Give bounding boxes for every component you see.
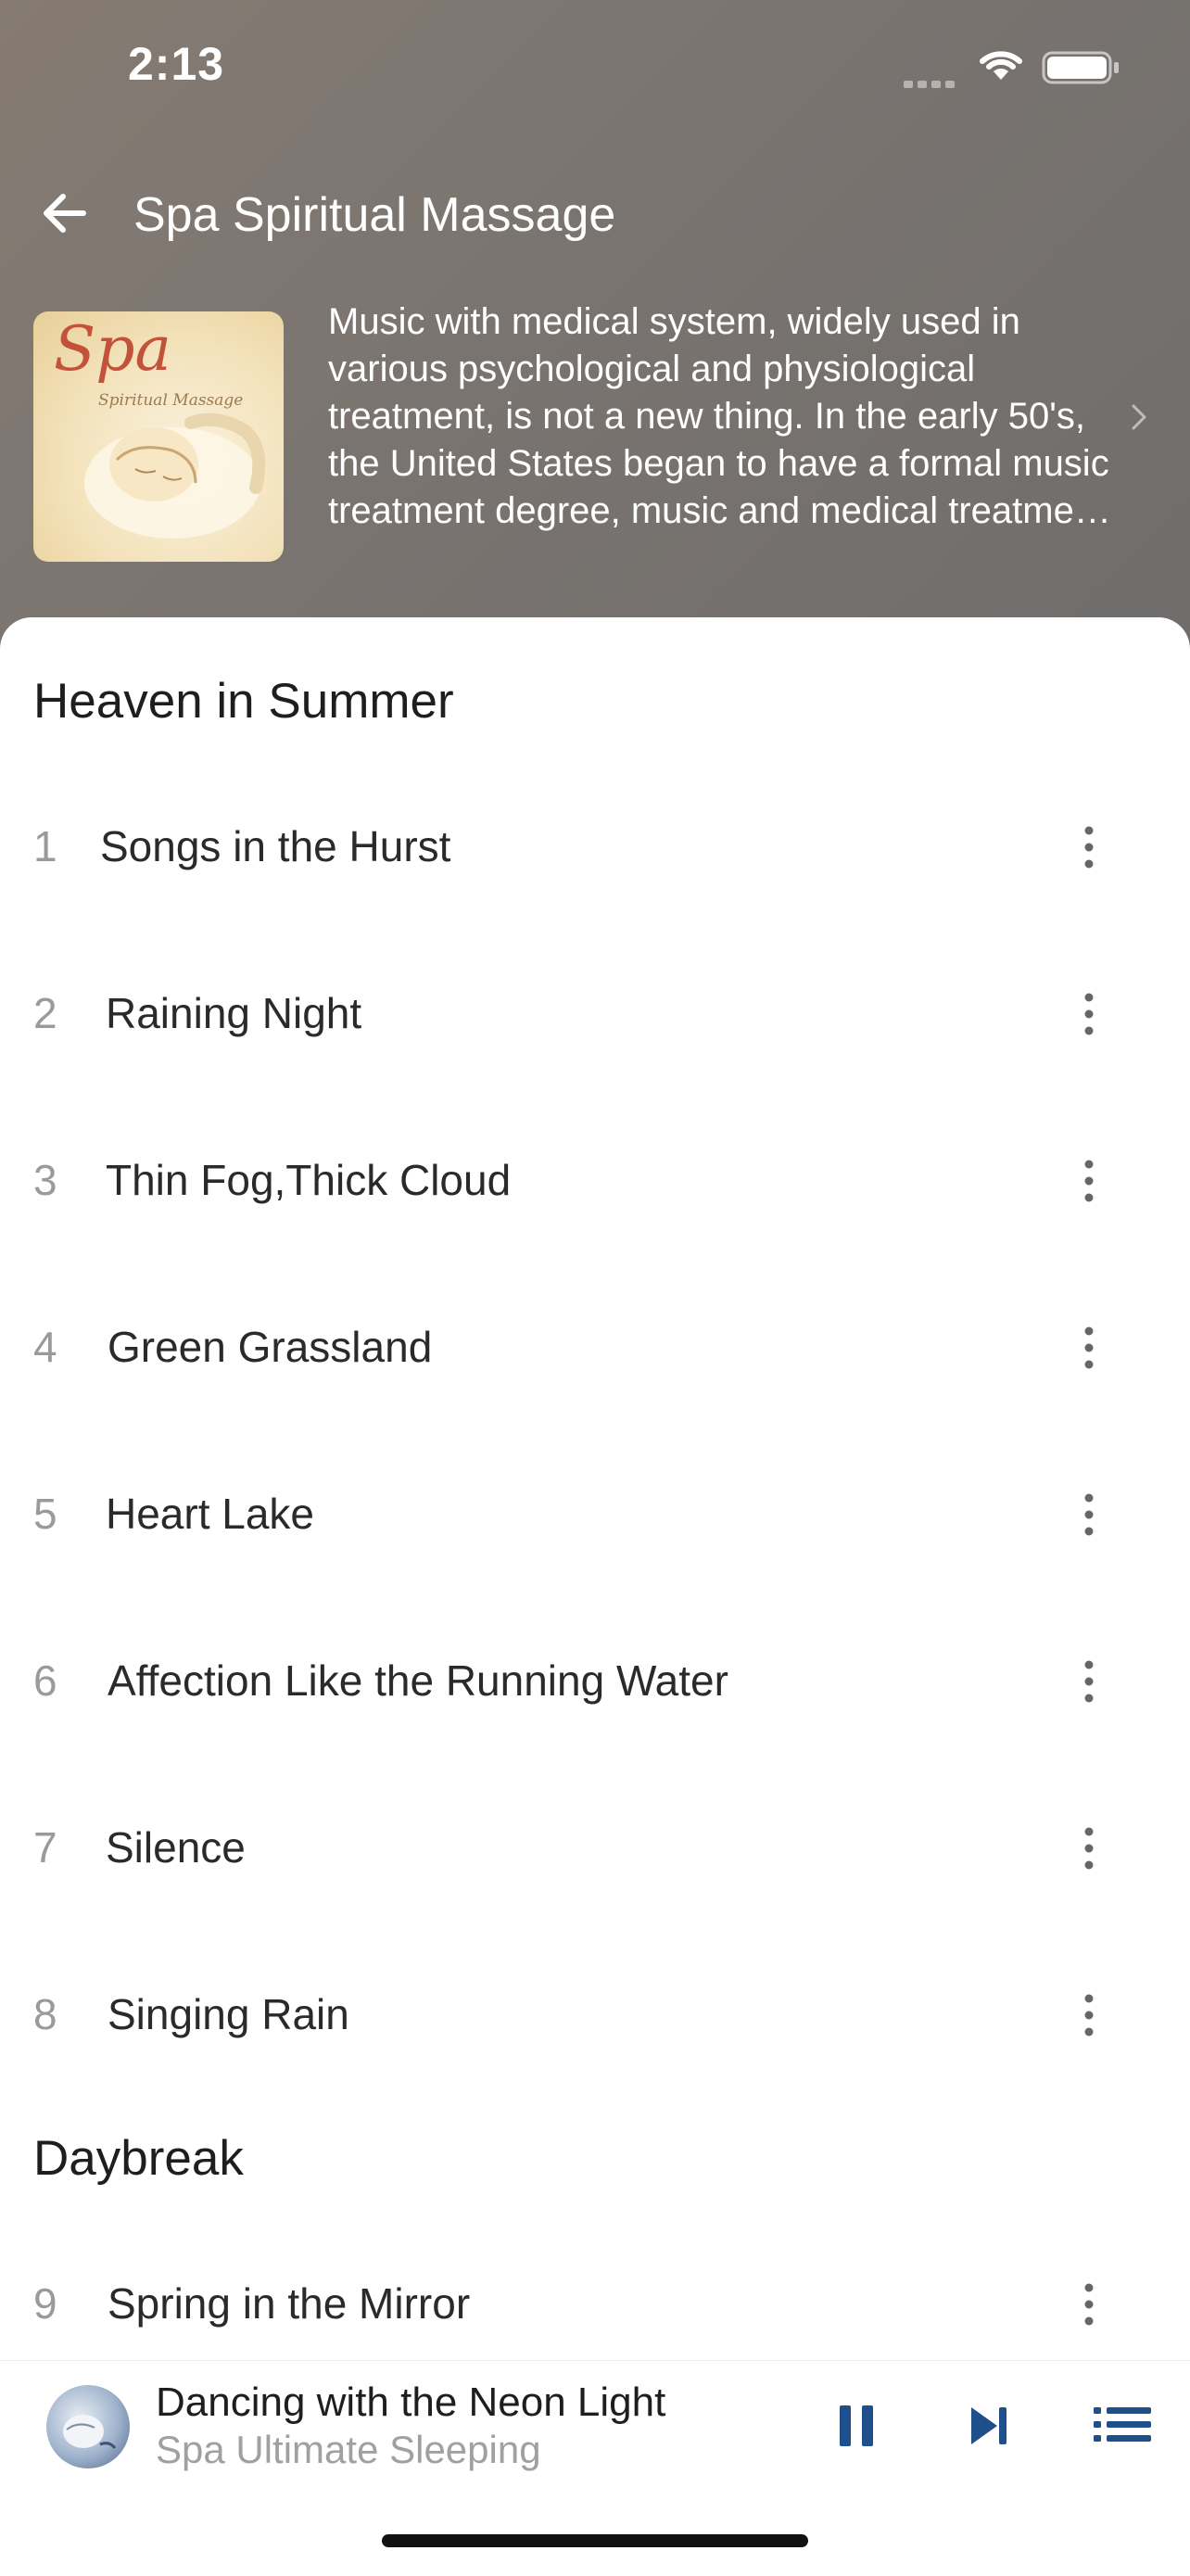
chevron-right-icon[interactable] — [1125, 399, 1153, 436]
track-list: Heaven in Summer 1 Songs in the Hurst 2 … — [0, 617, 1190, 2360]
more-vertical-icon[interactable] — [1075, 821, 1103, 873]
album-cover-title: Spa — [54, 313, 171, 385]
now-playing-title: Dancing with the Neon Light — [156, 2379, 666, 2425]
wifi-icon — [980, 51, 1022, 80]
track-number: 8 — [33, 1990, 57, 2038]
more-vertical-icon[interactable] — [1075, 1322, 1103, 1374]
skip-next-icon[interactable] — [968, 2402, 1012, 2450]
track-row[interactable]: 9 Spring in the Mirror — [0, 2240, 1190, 2360]
track-title: Raining Night — [106, 989, 362, 1037]
track-row[interactable]: 8 Singing Rain — [0, 1950, 1190, 2080]
track-number: 9 — [33, 2279, 57, 2328]
album-description: Music with medical system, widely used i… — [328, 301, 1109, 531]
track-number: 4 — [33, 1323, 57, 1371]
track-title: Affection Like the Running Water — [108, 1656, 728, 1705]
track-row[interactable]: 4 Green Grassland — [0, 1283, 1190, 1413]
track-row[interactable]: 7 Silence — [0, 1783, 1190, 1913]
now-playing-artwork — [46, 2385, 130, 2468]
album-cover-art: Spa Spiritual Massage — [33, 311, 284, 562]
playlist-icon[interactable] — [1094, 2404, 1151, 2446]
track-title: Green Grassland — [108, 1323, 433, 1371]
track-number: 7 — [33, 1823, 57, 1872]
more-vertical-icon[interactable] — [1075, 1489, 1103, 1541]
section-header: Daybreak — [33, 2131, 244, 2186]
track-row[interactable]: 2 Raining Night — [0, 949, 1190, 1079]
pause-icon[interactable] — [834, 2402, 879, 2450]
battery-icon — [1042, 51, 1119, 84]
track-row[interactable]: 5 Heart Lake — [0, 1450, 1190, 1580]
home-indicator[interactable] — [382, 2534, 808, 2547]
album-info[interactable]: Spa Spiritual Massage Music with medical… — [0, 298, 1190, 577]
more-vertical-icon[interactable] — [1075, 988, 1103, 1040]
section-header: Heaven in Summer — [33, 674, 454, 729]
track-number: 6 — [33, 1656, 57, 1705]
track-number: 3 — [33, 1156, 57, 1204]
more-vertical-icon[interactable] — [1075, 1822, 1103, 1874]
status-time: 2:13 — [128, 38, 225, 90]
track-title: Thin Fog,Thick Cloud — [106, 1156, 512, 1204]
track-row[interactable]: 1 Songs in the Hurst — [0, 782, 1190, 912]
track-number: 5 — [33, 1490, 57, 1538]
more-vertical-icon[interactable] — [1075, 1656, 1103, 1707]
now-playing-subtitle: Spa Ultimate Sleeping — [156, 2428, 541, 2471]
track-row[interactable]: 6 Affection Like the Running Water — [0, 1617, 1190, 1746]
status-bar: 2:13 — [0, 0, 1190, 130]
track-title: Spring in the Mirror — [108, 2279, 471, 2328]
track-title: Heart Lake — [106, 1490, 315, 1538]
track-title: Singing Rain — [108, 1990, 349, 2038]
more-vertical-icon[interactable] — [1075, 1989, 1103, 2041]
album-cover-subtitle: Spiritual Massage — [98, 391, 244, 410]
more-vertical-icon[interactable] — [1075, 2278, 1103, 2330]
more-vertical-icon[interactable] — [1075, 1155, 1103, 1207]
album-header: 2:13 Spa Spiritual Massage Spa Spiritual… — [0, 0, 1190, 649]
track-number: 1 — [33, 822, 57, 870]
track-title: Silence — [106, 1823, 246, 1872]
track-row[interactable]: 3 Thin Fog,Thick Cloud — [0, 1116, 1190, 1246]
track-number: 2 — [33, 989, 57, 1037]
track-title: Songs in the Hurst — [100, 822, 451, 870]
page-title: Spa Spiritual Massage — [133, 188, 616, 242]
navigation-bar: Spa Spiritual Massage — [0, 167, 1190, 260]
back-arrow-icon[interactable] — [37, 185, 93, 241]
cellular-signal-icon — [904, 76, 959, 88]
